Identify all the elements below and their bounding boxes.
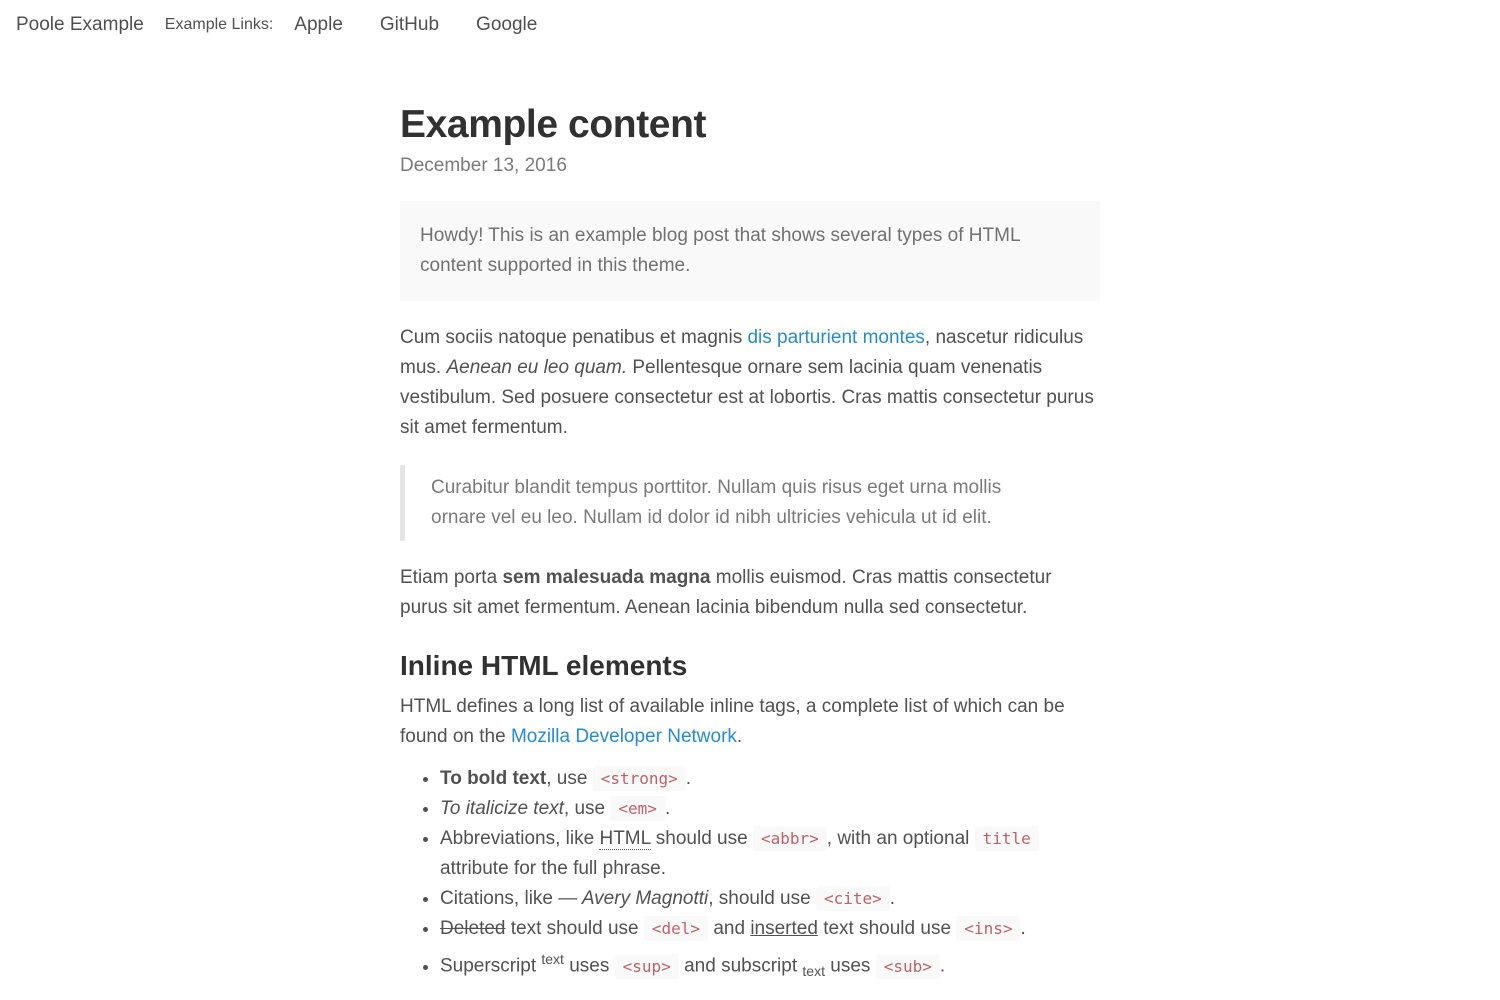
li-text: . <box>685 768 692 790</box>
paragraph-3: HTML defines a long list of available in… <box>400 692 1100 752</box>
mdn-link[interactable]: Mozilla Developer Network <box>511 726 737 747</box>
inline-elements-list: To bold text, use <strong>. To italicize… <box>400 764 1100 986</box>
li-text: Abbreviations, like <box>440 828 600 850</box>
code-abbr: <abbr> <box>752 826 827 852</box>
post-title: Example content <box>400 103 707 146</box>
p1-link[interactable]: dis parturient montes <box>747 327 924 348</box>
site-title-link[interactable]: Poole Example <box>16 14 144 36</box>
intro-message: Howdy! This is an example blog post that… <box>400 200 1100 301</box>
nav-links-label: Example Links: <box>164 16 274 33</box>
p2-text-1: Etiam porta <box>400 566 503 588</box>
p2-strong: sem malesuada magna <box>502 566 711 588</box>
code-del: <del> <box>643 916 709 942</box>
li-text: should use <box>650 828 753 850</box>
li-text: , use <box>546 768 593 790</box>
list-item-sup-sub: Superscript text uses <sup> and subscrip… <box>440 944 1100 986</box>
li-text: , use <box>563 798 611 820</box>
p1-emphasis: Aenean eu leo quam. <box>446 356 628 378</box>
li-text: text should use <box>505 918 644 940</box>
list-item-cite: Citations, like — Avery Magnotti, should… <box>440 884 1100 914</box>
code-ins: <ins> <box>956 916 1021 942</box>
list-item-italic: To italicize text, use <em>. <box>440 794 1100 824</box>
list-item-bold: To bold text, use <strong>. <box>440 764 1100 794</box>
bold-text: To bold text <box>440 768 547 790</box>
code-em: <em> <box>610 796 665 822</box>
li-text: Citations, like <box>440 888 559 910</box>
li-text: attribute for the full phrase. <box>440 858 667 880</box>
li-text: , should use <box>708 888 816 910</box>
li-text: . <box>1020 918 1026 940</box>
nav-link-github[interactable]: GitHub <box>380 14 439 36</box>
li-text: . <box>939 955 946 977</box>
nav-link-google[interactable]: Google <box>476 14 537 36</box>
li-text: , with an optional <box>826 828 975 850</box>
paragraph-2: Etiam porta sem malesuada magna mollis e… <box>400 563 1100 623</box>
li-text: text should use <box>817 918 957 940</box>
abbr-html: HTML <box>599 828 651 851</box>
code-strong: <strong> <box>592 766 686 792</box>
citation: — Avery Magnotti <box>558 888 709 910</box>
superscript-text: text <box>541 951 564 968</box>
list-item-del-ins: Deleted text should use <del> and insert… <box>440 914 1100 944</box>
li-text: and <box>708 918 751 940</box>
li-text: . <box>889 888 896 910</box>
paragraph-1: Cum sociis natoque penatibus et magnis d… <box>400 323 1100 443</box>
p1-text-1: Cum sociis natoque penatibus et magnis <box>400 326 748 348</box>
code-cite: <cite> <box>815 886 890 912</box>
deleted-text: Deleted <box>440 918 506 940</box>
blockquote: Curabitur blandit tempus porttitor. Null… <box>400 464 1100 541</box>
content-container: Example content December 13, 2016 Howdy!… <box>400 96 1100 987</box>
li-text: and subscript <box>678 955 803 977</box>
italic-text: To italicize text <box>440 798 564 820</box>
masthead: Poole Example Example Links: Apple GitHu… <box>0 0 1500 50</box>
code-title: title <box>974 826 1039 852</box>
li-text: uses <box>824 955 876 977</box>
list-item-abbr: Abbreviations, like HTML should use <abb… <box>440 824 1100 884</box>
li-text: Superscript <box>440 955 542 977</box>
p3-text-2: . <box>736 726 743 748</box>
subscript-text: text <box>802 963 825 980</box>
li-text: uses <box>563 955 615 977</box>
inserted-text: inserted <box>750 918 818 940</box>
li-text: . <box>664 798 671 820</box>
code-sub: <sub> <box>875 953 940 979</box>
code-sup: <sup> <box>614 953 679 979</box>
section-heading-inline-html: Inline HTML elements <box>400 649 688 681</box>
nav-link-apple[interactable]: Apple <box>294 14 343 36</box>
post-date: December 13, 2016 <box>400 154 567 176</box>
